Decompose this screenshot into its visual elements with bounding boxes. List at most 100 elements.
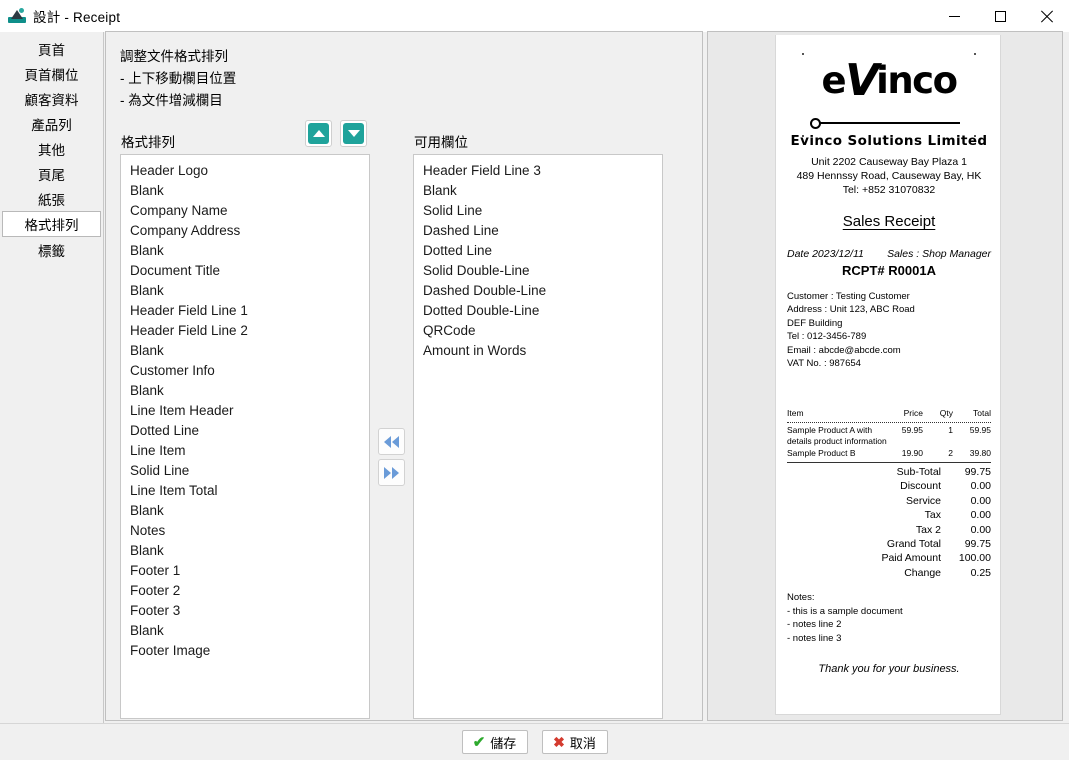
list-item[interactable]: Footer Image	[121, 641, 369, 661]
maximize-button[interactable]	[977, 0, 1023, 32]
list-item[interactable]: Dashed Double-Line	[414, 281, 662, 301]
list-item[interactable]: Dotted Line	[121, 421, 369, 441]
total-label: Tax	[924, 509, 941, 522]
notes-block: Notes: - this is a sample document - notes…	[787, 591, 903, 645]
list-item[interactable]: Solid Double-Line	[414, 261, 662, 281]
column-header: Qty	[939, 408, 953, 418]
sort-button-group	[305, 120, 367, 147]
total-row: Change 0.25	[787, 566, 991, 580]
total-label: Change	[904, 566, 941, 579]
list-item[interactable]: Blank	[121, 501, 369, 521]
list-item[interactable]: Footer 1	[121, 561, 369, 581]
sidebar-item-7[interactable]: 格式排列	[2, 211, 101, 237]
list-item[interactable]: Blank	[121, 181, 369, 201]
list-item[interactable]: Header Field Line 2	[121, 321, 369, 341]
column-header: Total	[973, 408, 991, 418]
available-listbox[interactable]: Header Field Line 3 Blank Solid Line Dashed…	[413, 154, 663, 719]
line-item-cell: 59.95	[969, 424, 991, 435]
list-item[interactable]: Header Logo	[121, 161, 369, 181]
list-item[interactable]: Customer Info	[121, 361, 369, 381]
total-row: Service 0.00	[787, 494, 991, 508]
list-item[interactable]: Blank	[121, 341, 369, 361]
sidebar-item-5[interactable]: 頁尾	[2, 161, 101, 186]
window-controls	[931, 0, 1069, 32]
total-label: Paid Amount	[881, 552, 941, 565]
line-item-cell: 1	[948, 424, 953, 435]
list-item[interactable]: Dotted Line	[414, 241, 662, 261]
list-item[interactable]: Notes	[121, 521, 369, 541]
list-item[interactable]: Line Item Header	[121, 401, 369, 421]
notes-line-1: - this is a sample document	[787, 605, 903, 617]
sidebar-item-label: 顧客資料	[24, 92, 79, 108]
list-item[interactable]: Footer 3	[121, 601, 369, 621]
line-item-cell: 19.90	[901, 447, 923, 458]
logo-text-v: V	[845, 55, 879, 106]
cancel-button[interactable]: ✖ 取消	[541, 730, 608, 754]
total-row: Grand Total 99.75	[787, 537, 991, 551]
list-item[interactable]: Document Title	[121, 261, 369, 281]
list-item[interactable]: Line Item Total	[121, 481, 369, 501]
total-value: 0.25	[970, 566, 991, 579]
list-item[interactable]: Solid Line	[121, 461, 369, 481]
sidebar-item-4[interactable]: 其他	[2, 136, 101, 161]
customer-line-5: VAT No. : 987654	[787, 358, 861, 370]
list-item[interactable]: Header Field Line 1	[121, 301, 369, 321]
list-item[interactable]: Blank	[121, 281, 369, 301]
address-line-2: 489 Hennssy Road, Causeway Bay, HK	[796, 170, 982, 182]
move-down-button[interactable]	[340, 120, 367, 147]
list-item[interactable]: Amount in Words	[414, 341, 662, 361]
list-item[interactable]: Blank	[121, 241, 369, 261]
logo-text-pre: e	[821, 59, 846, 102]
instruction-line-0: 調整文件格式排列	[120, 49, 228, 64]
sidebar-item-label: 產品列	[31, 117, 72, 133]
list-item[interactable]: Dotted Double-Line	[414, 301, 662, 321]
notes-line-3: - notes line 3	[787, 632, 842, 644]
list-item[interactable]: Company Address	[121, 221, 369, 241]
add-to-layout-button[interactable]	[378, 428, 405, 455]
sidebar-item-1[interactable]: 頁首欄位	[2, 61, 101, 86]
remove-from-layout-button[interactable]	[378, 459, 405, 486]
sidebar-item-label: 標籤	[38, 243, 65, 259]
total-value: 0.00	[970, 509, 991, 522]
window-title: 設計 - Receipt	[33, 10, 121, 25]
list-item[interactable]: Solid Line	[414, 201, 662, 221]
minimize-button[interactable]	[931, 0, 977, 32]
list-item[interactable]: Footer 2	[121, 581, 369, 601]
list-item[interactable]: Company Name	[121, 201, 369, 221]
customer-line-4: Email : abcde@abcde.com	[787, 344, 901, 356]
total-value: 0.00	[970, 480, 991, 493]
total-label: Sub-Total	[896, 466, 941, 478]
sidebar-item-8[interactable]: 標籤	[2, 237, 101, 262]
app-logo-icon	[8, 7, 26, 25]
sidebar-item-6[interactable]: 紙張	[2, 186, 101, 211]
dialog-footer: ✔ 儲存 ✖ 取消	[0, 723, 1069, 760]
list-item[interactable]: Line Item	[121, 441, 369, 461]
sidebar-item-label: 頁尾	[38, 167, 65, 183]
address-line-3: Tel: +852 31070832	[842, 184, 936, 196]
line-item-cell: 39.80	[969, 447, 991, 458]
sidebar-item-label: 頁首欄位	[24, 67, 79, 83]
close-button[interactable]	[1023, 0, 1069, 32]
instruction-line-1: - 上下移動欄目位置	[120, 71, 237, 86]
customer-line-1: Address : Unit 123, ABC Road	[787, 304, 915, 316]
list-item[interactable]: Blank	[121, 381, 369, 401]
move-up-button[interactable]	[305, 120, 332, 147]
list-item[interactable]: Dashed Line	[414, 221, 662, 241]
list-item[interactable]: Blank	[121, 541, 369, 561]
company-address: Unit 2202 Causeway Bay Plaza 1 489 Henns…	[776, 155, 1002, 197]
dotted-line	[787, 421, 991, 423]
total-value: 0.00	[970, 523, 991, 536]
list-item[interactable]: Blank	[121, 621, 369, 641]
notes-line-0: Notes:	[787, 592, 815, 603]
total-value: 99.75	[964, 466, 991, 478]
sidebar-item-0[interactable]: 頁首	[2, 36, 101, 61]
header-field-line-1: Date 2023/12/11 Sales : Shop Manager	[787, 248, 991, 260]
save-button[interactable]: ✔ 儲存	[461, 730, 528, 754]
list-item[interactable]: Header Field Line 3	[414, 161, 662, 181]
layout-listbox[interactable]: Header Logo Blank Company Name Company Addr…	[120, 154, 370, 719]
list-item[interactable]: QRCode	[414, 321, 662, 341]
notes-line-2: - notes line 2	[787, 619, 842, 630]
sidebar-item-2[interactable]: 顧客資料	[2, 86, 101, 111]
sidebar-item-3[interactable]: 產品列	[2, 111, 101, 136]
list-item[interactable]: Blank	[414, 181, 662, 201]
